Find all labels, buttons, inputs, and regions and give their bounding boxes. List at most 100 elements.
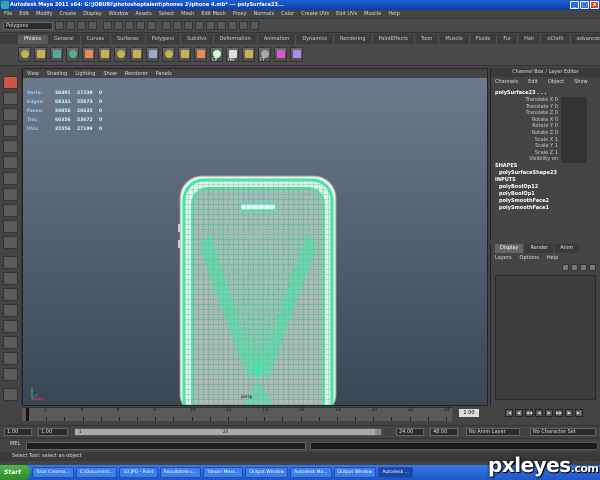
shelf-tool-icon[interactable] — [274, 47, 287, 62]
menu-item-create-uvs[interactable]: Create UVs — [301, 11, 329, 17]
shelf-tool-icon[interactable] — [50, 47, 63, 62]
phone-wireframe-model[interactable] — [178, 174, 338, 406]
input-node[interactable]: polyBoolOp1 — [491, 191, 600, 198]
input-node[interactable]: polyBoolOp12 — [491, 184, 600, 191]
range-bar[interactable]: 1 24 — [74, 428, 382, 436]
menu-item-create[interactable]: Create — [60, 11, 77, 17]
selected-object-name[interactable]: polySurface23 . . . — [491, 90, 600, 97]
viewport-menu-panels[interactable]: Panels — [156, 71, 172, 77]
taskbar-item[interactable]: Total Comma... — [32, 467, 74, 478]
input-node[interactable]: polySmoothFace2 — [491, 198, 600, 205]
render-layout-icon[interactable] — [3, 388, 18, 401]
menu-item-assets[interactable]: Assets — [135, 11, 151, 17]
menu-item-color[interactable]: Color — [281, 11, 294, 17]
status-tool-icon[interactable] — [217, 21, 226, 30]
attribute-value-cell[interactable] — [561, 129, 587, 137]
shelf-tab-subdivs[interactable]: Subdivs — [181, 34, 214, 44]
menu-item-window[interactable]: Window — [109, 11, 129, 17]
layer-menu-layers[interactable]: Layers — [495, 255, 512, 261]
shelf-tab-curves[interactable]: Curves — [81, 34, 111, 44]
attribute-value-cell[interactable] — [561, 116, 587, 124]
attribute-value-cell[interactable] — [561, 103, 587, 111]
shelf-tool-icon[interactable] — [242, 47, 255, 62]
shelf-tool-icon[interactable] — [18, 47, 31, 62]
shelf-tab-surfaces[interactable]: Surfaces — [111, 34, 146, 44]
taskbar-item[interactable]: Yahoo! Mess... — [203, 467, 244, 478]
menu-item-muscle[interactable]: Muscle — [364, 11, 381, 17]
shelf-tab-hair[interactable]: Hair — [518, 34, 542, 44]
attribute-row[interactable]: Scale Y 1 — [491, 143, 600, 150]
shelf-tool-icon[interactable]: CP — [210, 47, 223, 62]
status-tool-icon[interactable] — [136, 21, 145, 30]
maximize-button[interactable]: □ — [580, 1, 589, 9]
command-input[interactable] — [26, 442, 306, 450]
playback-button[interactable]: ▶▶ — [555, 409, 563, 417]
attribute-value-cell[interactable] — [561, 149, 587, 157]
viewport-panel[interactable]: View Shading Lighting Show Renderer Panels Ve… — [22, 68, 488, 406]
menu-set-select[interactable]: Polygons — [3, 21, 53, 30]
layer-up-icon[interactable] — [562, 264, 569, 271]
four-pane-icon[interactable] — [3, 272, 18, 285]
shelf-tab-rendering[interactable]: Rendering — [334, 34, 373, 44]
scale-tool-icon[interactable] — [3, 156, 18, 169]
shelf-tool-icon[interactable] — [114, 47, 127, 62]
shelf-tool-icon[interactable] — [98, 47, 111, 62]
channel-menu-edit[interactable]: Edit — [528, 79, 538, 85]
layer-tab-anim[interactable]: Anim — [555, 244, 579, 253]
playback-button[interactable]: ◀ — [535, 409, 543, 417]
end-time-field[interactable]: 48.00 — [430, 428, 458, 436]
time-slider[interactable]: 2 4 6 8 10 12 14 16 18 20 22 24 — [22, 407, 452, 421]
menu-item-file[interactable]: File — [4, 11, 12, 17]
menu-item-proxy[interactable]: Proxy — [233, 11, 247, 17]
soft-mod-icon[interactable] — [3, 188, 18, 201]
attribute-row[interactable]: Translate X 0 — [491, 97, 600, 104]
status-tool-icon[interactable] — [147, 21, 156, 30]
attribute-row[interactable]: Rotate Y 0 — [491, 123, 600, 130]
start-time-field[interactable]: 1.00 — [4, 428, 32, 436]
attribute-value-cell[interactable] — [561, 143, 587, 150]
attribute-value-cell[interactable] — [561, 97, 587, 104]
taskbar-item[interactable]: C:\Document... — [75, 467, 118, 478]
shelf-tab-general[interactable]: General — [48, 34, 81, 44]
playback-button[interactable]: |◀ — [505, 409, 513, 417]
playback-button[interactable]: ◀◀ — [525, 409, 533, 417]
anim-layer-select[interactable]: No Anim Layer — [466, 428, 520, 436]
manipulator-icon[interactable] — [3, 172, 18, 185]
single-pane-icon[interactable] — [3, 256, 18, 269]
status-tool-icon[interactable] — [125, 21, 134, 30]
status-tool-icon[interactable] — [66, 21, 75, 30]
shelf-tool-icon[interactable]: FT — [258, 47, 271, 62]
window-title-bar[interactable]: Autodesk Maya 2011 x64: G:\JOBURI\photos… — [0, 0, 600, 10]
layer-menu-help[interactable]: Help — [547, 255, 558, 261]
attribute-value-cell[interactable] — [561, 123, 587, 130]
layer-tab-render[interactable]: Render — [525, 244, 554, 253]
attribute-value-cell[interactable] — [561, 110, 587, 117]
shelf-tab-fur[interactable]: Fur — [497, 34, 519, 44]
status-tool-icon[interactable] — [239, 21, 248, 30]
layout-icon[interactable] — [3, 236, 18, 249]
script-layout-icon[interactable] — [3, 352, 18, 365]
shelf-tab-muscle[interactable]: Muscle — [439, 34, 470, 44]
rotate-tool-icon[interactable] — [3, 140, 18, 153]
paint-select-icon[interactable] — [3, 108, 18, 121]
status-tool-icon[interactable] — [184, 21, 193, 30]
menu-item-edit-uvs[interactable]: Edit UVs — [336, 11, 357, 17]
channel-menu-object[interactable]: Object — [548, 79, 564, 85]
viewport-menu-view[interactable]: View — [27, 71, 39, 77]
shelf-tab-advancedskeleton[interactable]: advancedSkeleton — [571, 35, 600, 44]
mel-label[interactable]: MEL — [10, 441, 20, 447]
select-tool-icon[interactable] — [3, 76, 18, 89]
viewport-menu-lighting[interactable]: Lighting — [75, 71, 95, 77]
taskbar-item[interactable]: Rezultatele c... — [159, 467, 202, 478]
taskbar-item[interactable]: Output Window — [245, 467, 289, 478]
shelf-tab-phisics[interactable]: Phisics — [18, 34, 48, 44]
status-tool-icon[interactable] — [206, 21, 215, 30]
status-tool-icon[interactable] — [55, 21, 64, 30]
layer-down-icon[interactable] — [571, 264, 578, 271]
channel-menu-show[interactable]: Show — [574, 79, 588, 85]
show-manip-icon[interactable] — [3, 204, 18, 217]
minimize-button[interactable]: _ — [570, 1, 579, 9]
attribute-row[interactable]: Rotate X 0 — [491, 116, 600, 124]
close-button[interactable]: x — [590, 1, 599, 9]
shelf-tool-icon[interactable] — [290, 47, 303, 62]
